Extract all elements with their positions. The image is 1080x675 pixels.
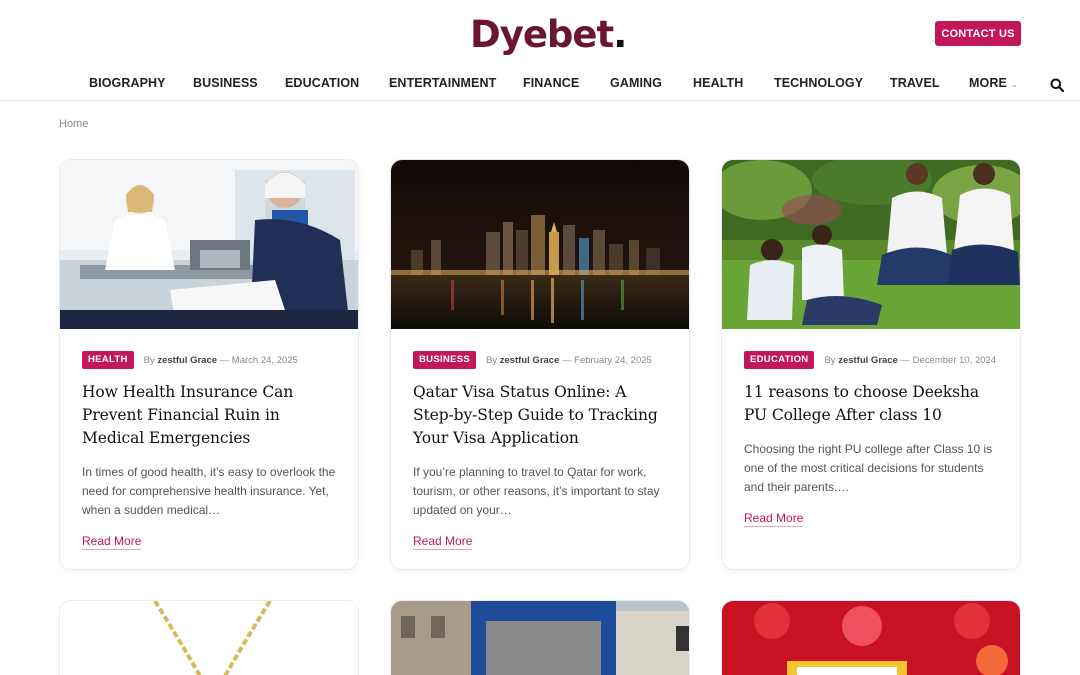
post-meta: BUSINESS By zestful Grace — February 24,… <box>413 351 667 369</box>
site-logo[interactable]: Dyebet. <box>470 12 627 56</box>
category-badge[interactable]: BUSINESS <box>413 351 476 369</box>
post-card <box>390 600 690 675</box>
post-card <box>59 600 359 675</box>
post-title[interactable]: Qatar Visa Status Online: A Step-by-Step… <box>413 381 667 450</box>
post-title[interactable]: How Health Insurance Can Prevent Financi… <box>82 381 336 450</box>
post-card <box>721 600 1021 675</box>
read-more-link[interactable]: Read More <box>413 534 473 550</box>
nav-item-travel[interactable]: TRAVEL <box>890 76 940 90</box>
search-icon[interactable] <box>1050 78 1064 92</box>
post-card: EDUCATION By zestful Grace — December 10… <box>721 159 1021 570</box>
post-excerpt: If you’re planning to travel to Qatar fo… <box>413 465 660 517</box>
author-link[interactable]: zestful Grace <box>838 355 898 366</box>
nav-item-finance[interactable]: FINANCE <box>523 76 579 90</box>
author-link[interactable]: zestful Grace <box>500 355 560 366</box>
post-meta: HEALTH By zestful Grace — March 24, 2025 <box>82 351 336 369</box>
nav-more-label: MORE <box>969 76 1007 90</box>
site-header: Dyebet. CONTACT US <box>0 0 1080 66</box>
post-byline: By zestful Grace — February 24, 2025 <box>486 355 652 366</box>
contact-us-button[interactable]: CONTACT US <box>935 21 1021 46</box>
post-byline: By zestful Grace — March 24, 2025 <box>144 355 298 366</box>
read-more-link[interactable]: Read More <box>82 534 142 550</box>
category-badge[interactable]: HEALTH <box>82 351 134 369</box>
post-card: BUSINESS By zestful Grace — February 24,… <box>390 159 690 570</box>
post-meta: EDUCATION By zestful Grace — December 10… <box>744 351 998 369</box>
chevron-down-icon: ⌄ <box>1010 79 1019 89</box>
post-title[interactable]: 11 reasons to choose Deeksha PU College … <box>744 381 998 427</box>
post-card: HEALTH By zestful Grace — March 24, 2025… <box>59 159 359 570</box>
nav-item-education[interactable]: EDUCATION <box>285 76 359 90</box>
post-date: — February 24, 2025 <box>562 354 652 366</box>
byline-prefix: By <box>143 354 155 366</box>
logo-dot: . <box>613 12 628 56</box>
byline-prefix: By <box>485 354 498 366</box>
post-byline: By zestful Grace — December 10, 2024 <box>824 355 996 366</box>
author-link[interactable]: zestful Grace <box>157 355 217 366</box>
post-excerpt: Choosing the right PU college after Clas… <box>744 442 993 494</box>
post-image-doctor-patient[interactable] <box>60 160 358 329</box>
byline-prefix: By <box>824 354 836 366</box>
post-image-truck-street[interactable] <box>391 601 690 675</box>
post-date: — December 10, 2024 <box>900 354 997 366</box>
read-more-link[interactable]: Read More <box>744 511 804 527</box>
post-date: — March 24, 2025 <box>219 354 298 366</box>
post-image-students-outdoors[interactable] <box>722 160 1020 329</box>
breadcrumb[interactable]: Home <box>59 118 88 130</box>
post-image-gold-chain[interactable] <box>60 601 359 675</box>
logo-text: Dyebet <box>470 12 614 56</box>
post-image-city-skyline[interactable] <box>391 160 689 329</box>
nav-item-health[interactable]: HEALTH <box>693 76 743 90</box>
nav-item-more[interactable]: MORE ⌄ <box>969 76 1019 90</box>
nav-item-biography[interactable]: BIOGRAPHY <box>89 76 166 90</box>
post-excerpt: In times of good health, it’s easy to ov… <box>82 465 336 517</box>
nav-item-business[interactable]: BUSINESS <box>193 76 258 90</box>
nav-item-technology[interactable]: TECHNOLOGY <box>774 76 863 90</box>
main-nav: BIOGRAPHY BUSINESS EDUCATION ENTERTAINME… <box>0 66 1080 101</box>
post-image-casino-slots[interactable] <box>722 601 1021 675</box>
category-badge[interactable]: EDUCATION <box>744 351 815 369</box>
nav-item-gaming[interactable]: GAMING <box>610 76 662 90</box>
nav-item-entertainment[interactable]: ENTERTAINMENT <box>389 76 496 90</box>
